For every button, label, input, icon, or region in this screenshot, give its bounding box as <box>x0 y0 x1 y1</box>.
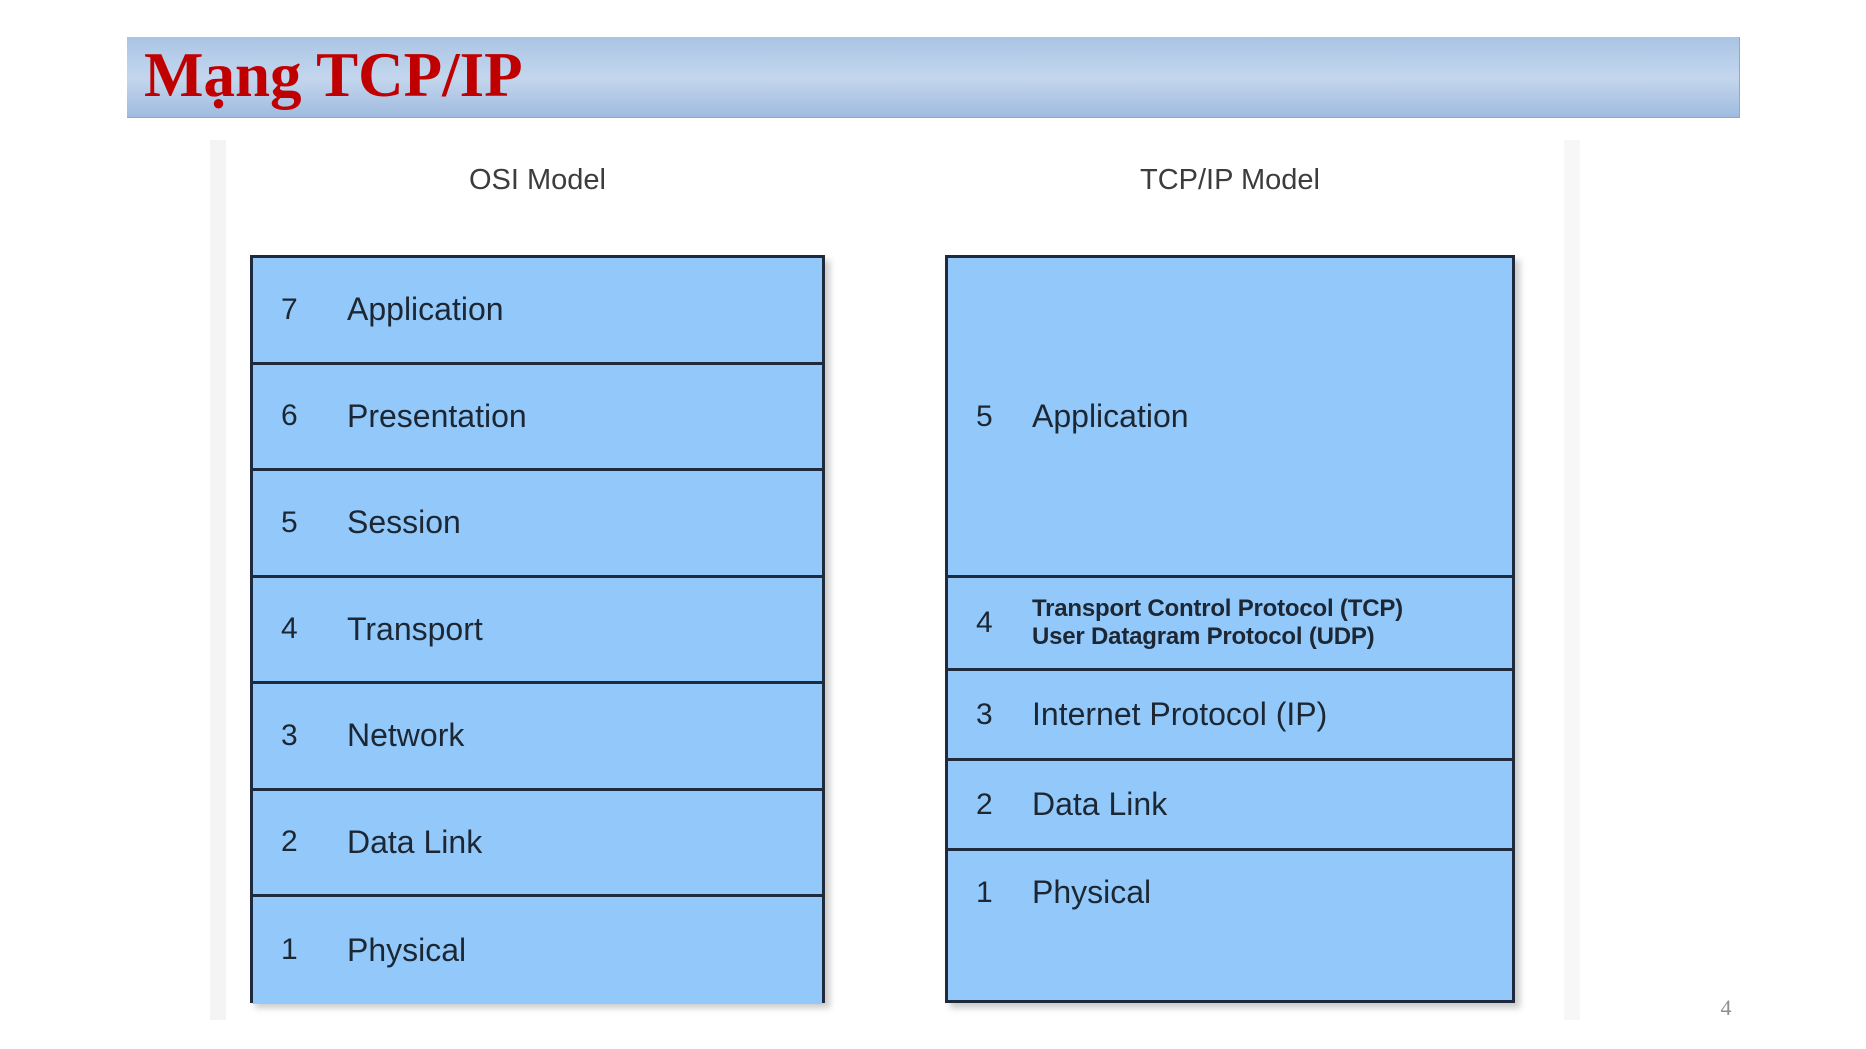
layer-number: 6 <box>281 399 298 433</box>
layer-label: Internet Protocol (IP) <box>1032 696 1328 733</box>
layer-row: 6 Presentation <box>253 364 822 471</box>
layer-number: 2 <box>976 787 993 821</box>
layer-number: 1 <box>281 933 298 967</box>
layer-row: 4 Transport <box>253 577 822 684</box>
layer-number: 5 <box>281 505 298 539</box>
osi-model-stack: 7 Application 6 Presentation 5 Session 4 Transp… <box>250 255 825 1004</box>
slide-page-number: 4 <box>1720 995 1732 1020</box>
layer-number: 3 <box>976 697 993 731</box>
layer-label: Session <box>347 504 461 541</box>
layer-label: Data Link <box>347 823 483 860</box>
layer-row: 1 Physical <box>948 851 1512 1000</box>
tcpip-model-header: TCP/IP Model <box>1140 164 1320 196</box>
layer-row: 7 Application <box>253 258 822 365</box>
layer-row: 1 Physical <box>253 897 822 1004</box>
layer-number: 4 <box>976 606 993 639</box>
layer-row: 3 Network <box>253 684 822 791</box>
layer-row: 2 Data Link <box>948 761 1512 851</box>
layer-label: Application <box>1032 398 1189 435</box>
layer-label: Data Link <box>1032 786 1168 823</box>
layer-row: 3 Internet Protocol (IP) <box>948 671 1512 761</box>
picture-left-margin-band <box>210 140 226 1020</box>
layer-label: Transport Control Protocol (TCP) User Da… <box>1032 594 1403 650</box>
osi-tcpip-comparison-diagram: OSI Model 7 Application 6 Presentation 5 Sess… <box>210 140 1580 1020</box>
layer-row: 4 Transport Control Protocol (TCP) User D… <box>948 578 1512 671</box>
layer-number: 7 <box>281 292 298 326</box>
slide-title-bar: Mạng TCP/IP <box>127 37 1740 118</box>
layer-label: Network <box>347 717 465 754</box>
tcpip-model-stack: 5 Application 4 Transport Control Protocol … <box>945 255 1515 1003</box>
layer-number: 2 <box>281 825 298 859</box>
osi-model-header: OSI Model <box>469 164 606 196</box>
layer-number: 5 <box>976 399 993 433</box>
layer-label: Application <box>347 291 504 328</box>
layer-row: 5 Session <box>253 471 822 578</box>
layer-label: Physical <box>347 931 467 968</box>
layer-label: Transport <box>347 610 483 647</box>
layer-row: 2 Data Link <box>253 790 822 897</box>
page-title: Mạng TCP/IP <box>144 40 523 110</box>
layer-label: Presentation <box>347 397 527 434</box>
layer-number: 1 <box>976 876 993 909</box>
layer-label: Physical <box>1032 874 1152 910</box>
layer-number: 3 <box>281 718 298 752</box>
layer-row: 5 Application <box>948 258 1512 578</box>
layer-number: 4 <box>281 612 298 646</box>
picture-right-margin-band <box>1564 140 1580 1020</box>
